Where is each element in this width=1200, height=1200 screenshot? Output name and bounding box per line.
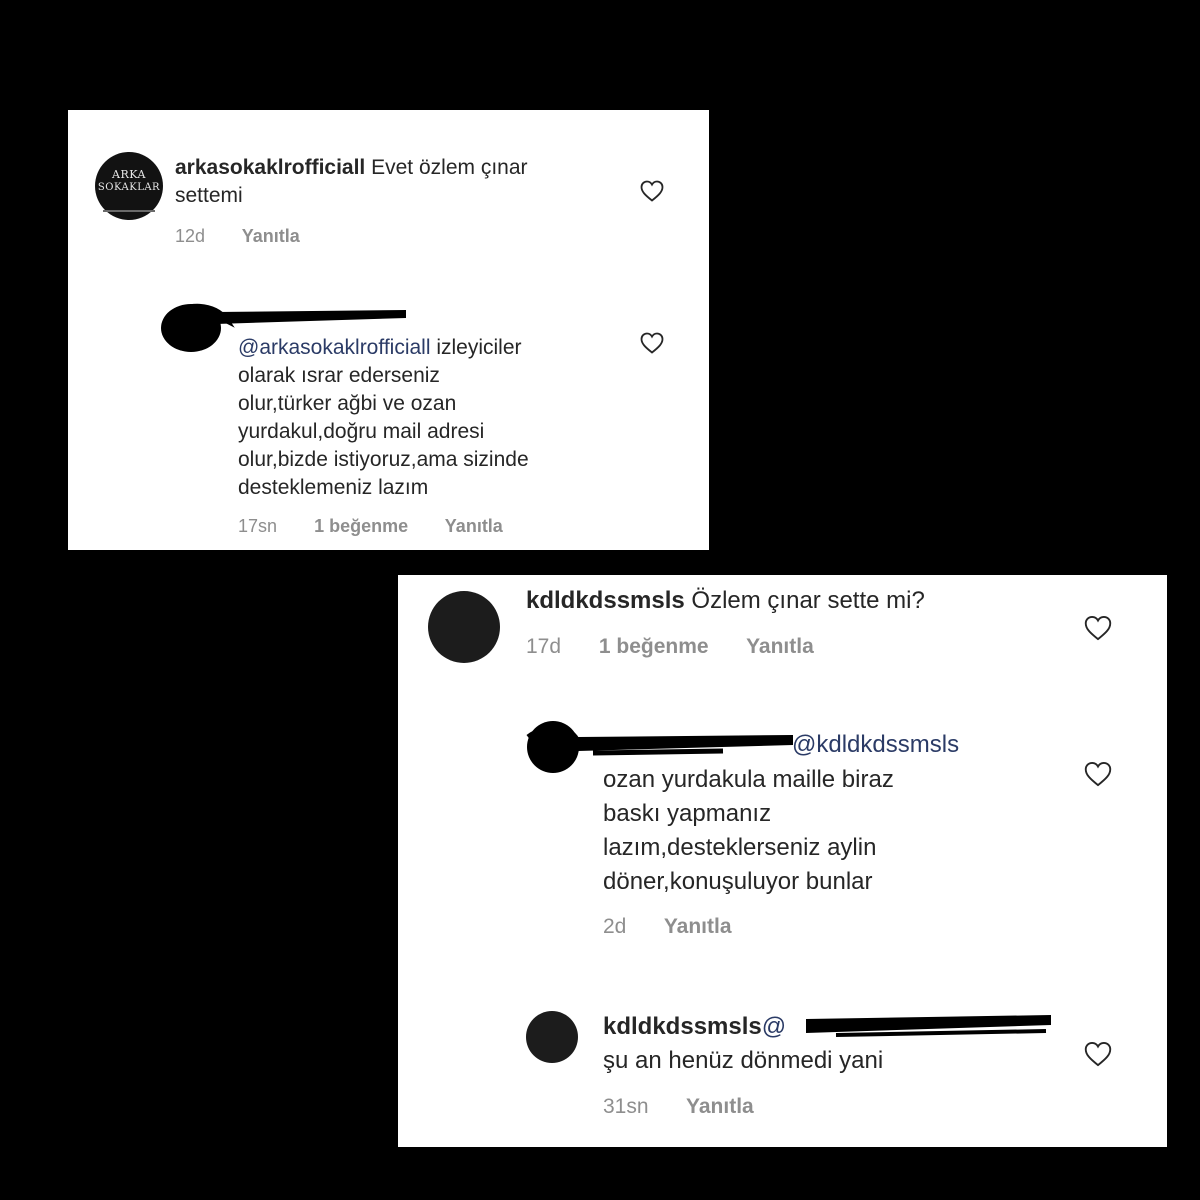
reply-text-line: desteklemeniz lazım bbox=[238, 476, 429, 499]
comment-text: Özlem çınar sette mi? bbox=[691, 587, 925, 614]
reply2-meta: 31sn Yanıtla bbox=[603, 1095, 786, 1119]
reply-button[interactable]: Yanıtla bbox=[445, 516, 503, 536]
reply-meta: 2d Yanıtla bbox=[603, 915, 764, 939]
comment-text-line2: settemi bbox=[175, 184, 243, 207]
logo-text-top: ARKA bbox=[112, 168, 146, 181]
likes-count[interactable]: 1 beğenme bbox=[599, 635, 709, 658]
reply-button[interactable]: Yanıtla bbox=[242, 226, 300, 246]
reply-text-line: izleyiciler bbox=[436, 336, 522, 359]
reply-text-line: olur,bizde istiyoruz,ama sizinde bbox=[238, 448, 529, 471]
comment-time: 17d bbox=[526, 635, 562, 658]
avatar-arka-sokaklar-logo[interactable]: ARKA SOKAKLAR bbox=[95, 152, 163, 220]
reply-time: 17sn bbox=[238, 516, 278, 536]
comment-panel-1: ARKA SOKAKLAR arkasokaklrofficiall Evet … bbox=[68, 110, 709, 550]
reply-button[interactable]: Yanıtla bbox=[686, 1095, 754, 1118]
heart-icon[interactable] bbox=[1084, 615, 1112, 641]
redaction-scribble bbox=[806, 1015, 1051, 1037]
comment-body: arkasokaklrofficiall Evet özlem çınar se… bbox=[175, 154, 615, 210]
reply2-mention[interactable]: @ bbox=[762, 1013, 786, 1040]
reply-text-line: döner,konuşuluyor bunlar bbox=[603, 868, 873, 895]
likes-count[interactable]: 1 beğenme bbox=[314, 516, 408, 536]
reply-time: 2d bbox=[603, 915, 627, 938]
heart-icon[interactable] bbox=[1084, 1041, 1112, 1067]
comment-username[interactable]: kdldkdssmsls bbox=[526, 587, 685, 614]
avatar[interactable] bbox=[428, 591, 500, 663]
heart-icon[interactable] bbox=[640, 180, 664, 202]
comment-time: 12d bbox=[175, 226, 206, 246]
reply2-time: 31sn bbox=[603, 1095, 649, 1118]
reply-meta: 17sn 1 beğenme Yanıtla bbox=[238, 516, 535, 537]
comment-meta: 12d Yanıtla bbox=[175, 226, 332, 247]
comment-body: kdldkdssmsls Özlem çınar sette mi? bbox=[526, 585, 1126, 617]
comment-meta: 17d 1 beğenme Yanıtla bbox=[526, 635, 846, 659]
reply-button[interactable]: Yanıtla bbox=[664, 915, 732, 938]
heart-icon[interactable] bbox=[1084, 761, 1112, 787]
reply-text-line: ozan yurdakula maille biraz bbox=[603, 766, 894, 793]
comment-username[interactable]: arkasokaklrofficiall bbox=[175, 156, 365, 179]
reply-button[interactable]: Yanıtla bbox=[746, 635, 814, 658]
reply-body: ozan yurdakula maille biraz baskı yapman… bbox=[603, 763, 1063, 899]
reply-text-line: lazım,desteklerseniz aylin bbox=[603, 834, 877, 861]
reply2-username[interactable]: kdldkdssmsls bbox=[603, 1013, 762, 1040]
reply-mention[interactable]: @kdldkdssmsls bbox=[792, 731, 959, 758]
avatar[interactable] bbox=[526, 1011, 578, 1063]
reply-text-line: yurdakul,doğru mail adresi bbox=[238, 420, 485, 443]
reply-text-line: olarak ısrar ederseniz bbox=[238, 364, 440, 387]
reply-text-line: baskı yapmanız bbox=[603, 800, 772, 827]
heart-icon[interactable] bbox=[640, 332, 664, 354]
logo-text-bottom: SOKAKLAR bbox=[97, 182, 161, 193]
reply-body: @arkasokaklrofficiall izleyiciler olarak… bbox=[238, 334, 658, 502]
reply-mention[interactable]: @arkasokaklrofficiall bbox=[238, 336, 431, 359]
logo-underline bbox=[103, 210, 155, 212]
reply2-text: şu an henüz dönmedi yani bbox=[603, 1047, 884, 1074]
reply-mention-line: @kdldkdssmsls bbox=[792, 729, 959, 761]
comment-panel-2: kdldkdssmsls Özlem çınar sette mi? 17d 1… bbox=[398, 575, 1167, 1147]
reply-text-line: olur,türker ağbi ve ozan bbox=[238, 392, 457, 415]
comment-text-line1: Evet özlem çınar bbox=[371, 156, 528, 179]
